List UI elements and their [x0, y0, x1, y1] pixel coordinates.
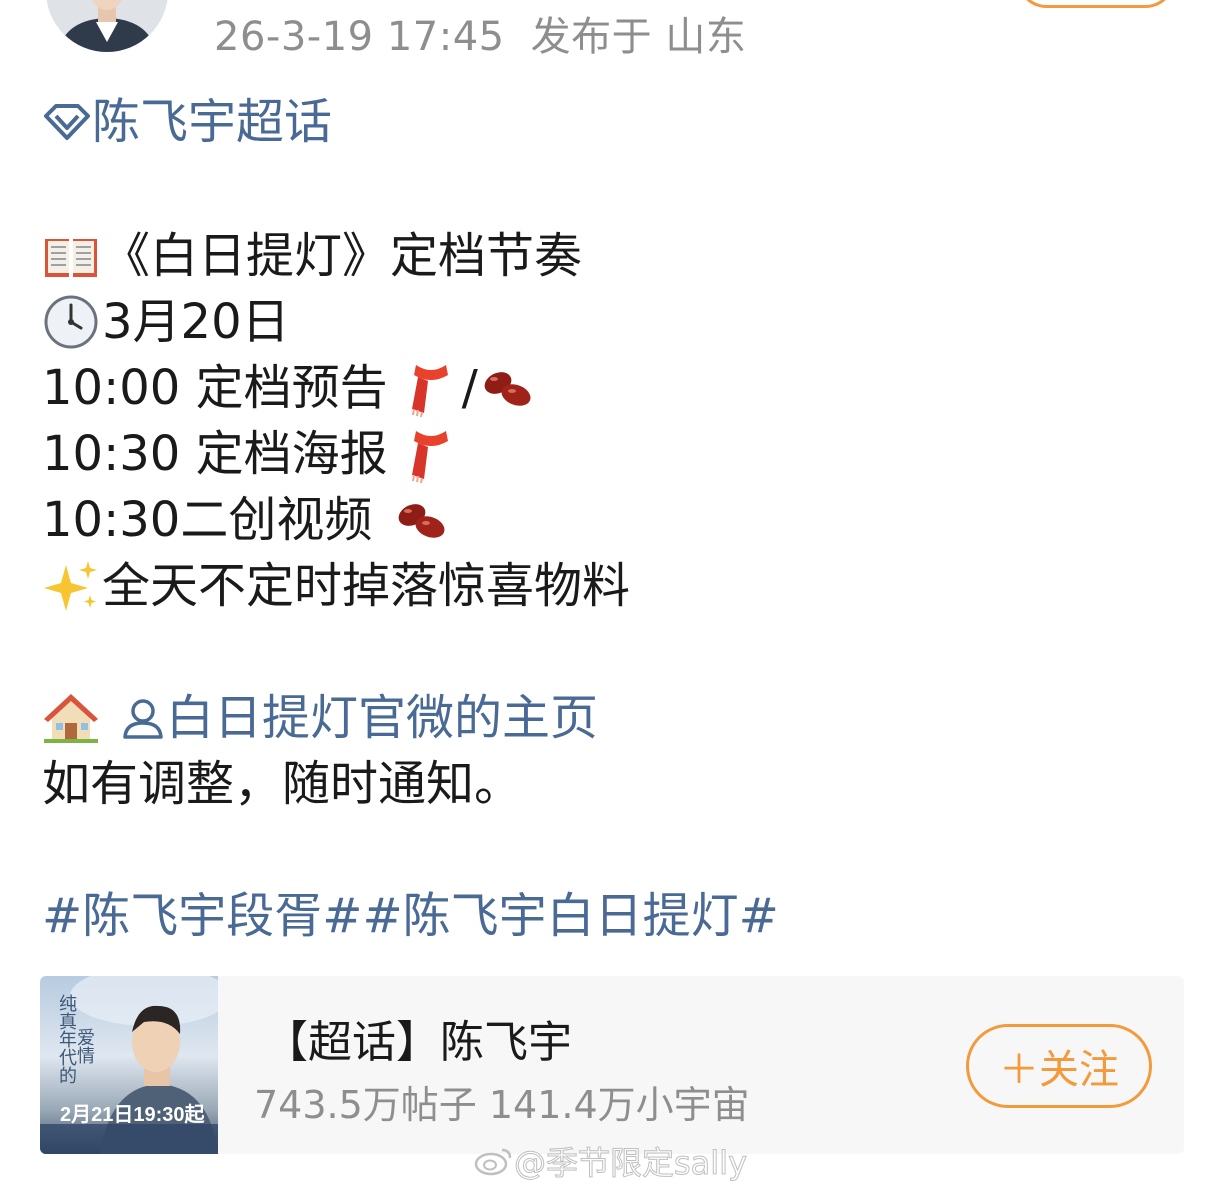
date-text: 3月20日: [102, 294, 290, 350]
item2-text: 10:30 定档海报: [42, 426, 388, 482]
card-stats: 743.5万帖子 141.4万小宇宙: [254, 1083, 750, 1127]
watermark-text: @季节限定sally: [513, 1144, 748, 1183]
sparkles-emoji: [42, 557, 100, 615]
beans-emoji: [392, 491, 450, 549]
item3-text: 10:30二创视频: [42, 492, 373, 548]
homepage-link-label: 白日提灯官微的主页: [166, 690, 599, 746]
item1-text: 10:00 定档预告: [42, 360, 388, 416]
clock-emoji: [42, 293, 100, 351]
post-line-homepage: 白日提灯官微的主页: [42, 688, 598, 748]
thumbnail-date: 2月21日19:30起: [60, 1104, 205, 1126]
post-line-item3: 10:30二创视频: [42, 490, 452, 550]
follow-button-top[interactable]: [1016, 0, 1176, 8]
post-line-title: 《白日提灯》定档节奏: [42, 226, 582, 286]
thumbnail-vertical-text-2: 爱情: [74, 1028, 95, 1064]
diamond-icon: [42, 102, 92, 142]
avatar-image: [46, 0, 168, 52]
post-meta: 26-3-19 17:45 发布于 山东: [214, 4, 746, 62]
supertopic-card[interactable]: 纯真年代的 爱情 2月21日19:30起 【超话】陈飞宇 743.5万帖子 14…: [40, 976, 1184, 1154]
supertopic-link-label: 陈飞宇超话: [92, 94, 333, 150]
user-icon: [120, 695, 166, 741]
item4-text: 全天不定时掉落惊喜物料: [102, 558, 631, 614]
post-line-item4: 全天不定时掉落惊喜物料: [42, 556, 630, 616]
follow-button[interactable]: ＋关注: [966, 1024, 1152, 1108]
post-location: 发布于 山东: [530, 14, 747, 60]
house-emoji: [42, 689, 100, 747]
watermark: @季节限定sally: [474, 1138, 748, 1184]
beans-emoji: [478, 359, 536, 417]
avatar[interactable]: [46, 0, 168, 52]
scarf-emoji: [402, 425, 460, 483]
post-line-item2: 10:30 定档海报: [42, 424, 462, 484]
hashtags-link[interactable]: #陈飞宇段胥##陈飞宇白日提灯#: [42, 886, 779, 946]
book-emoji: [42, 227, 100, 285]
title-text: 《白日提灯》定档节奏: [102, 228, 583, 284]
post-line-notice: 如有调整，随时通知。: [42, 754, 522, 814]
thumbnail-vertical-text-1: 纯真年代的: [56, 994, 77, 1084]
supertopic-link[interactable]: 陈飞宇超话: [42, 92, 332, 152]
post-line-item1: 10:00 定档预告 /: [42, 358, 538, 418]
weibo-icon: [474, 1145, 514, 1177]
item1-separator: /: [461, 360, 478, 416]
hashtags-text: #陈飞宇段胥##陈飞宇白日提灯#: [42, 888, 779, 944]
homepage-link[interactable]: 白日提灯官微的主页: [120, 688, 598, 748]
card-thumbnail: 纯真年代的 爱情 2月21日19:30起: [40, 976, 218, 1154]
post-datetime: 26-3-19 17:45: [214, 14, 505, 60]
post-line-date: 3月20日: [42, 292, 290, 352]
scarf-emoji: [402, 359, 460, 417]
card-title: 【超话】陈飞宇: [264, 1017, 572, 1068]
notice-text: 如有调整，随时通知。: [42, 756, 523, 812]
